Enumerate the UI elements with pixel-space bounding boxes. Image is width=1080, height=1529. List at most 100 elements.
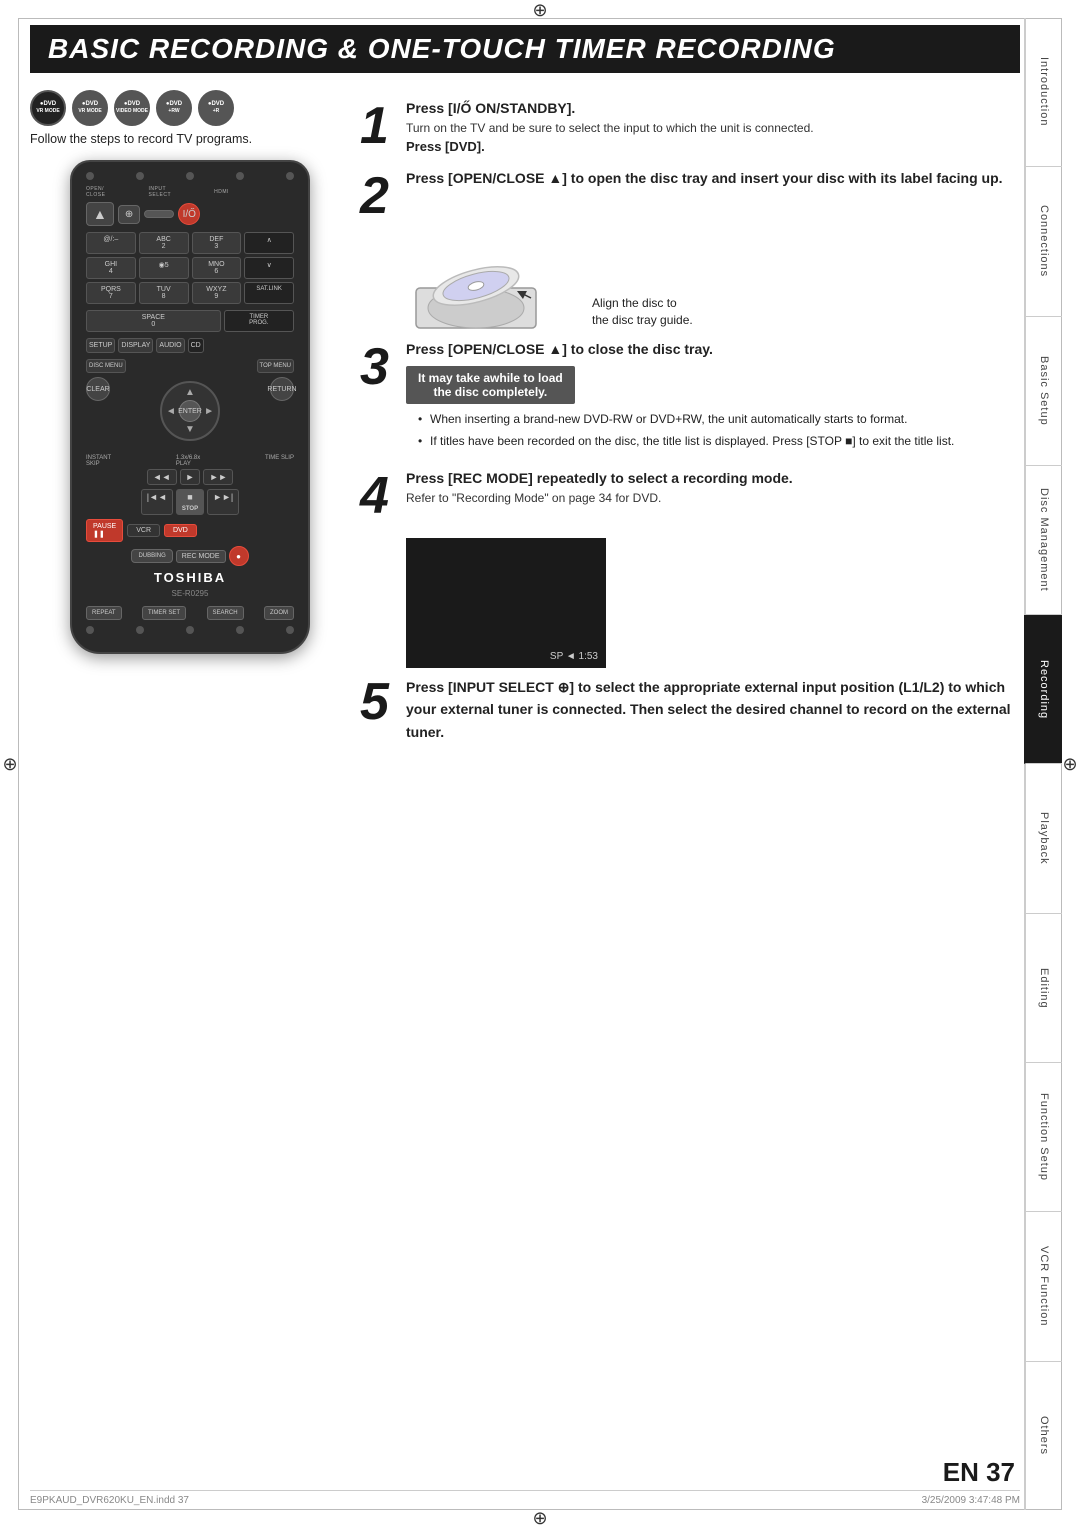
step-4-block: 4 Press [REC MODE] repeatedly to select …: [360, 470, 1020, 522]
btn-repeat[interactable]: REPEAT: [86, 606, 122, 620]
disc-illustration: Align the disc tothe disc tray guide.: [406, 238, 1020, 333]
follow-steps-text: Follow the steps to record TV programs.: [30, 132, 252, 146]
btn-return[interactable]: RETURN: [270, 377, 294, 401]
btn-rec-mode[interactable]: REC MODE: [176, 550, 226, 563]
btn-fwd[interactable]: ►►: [203, 469, 233, 485]
model-label: SE-R0295: [86, 589, 294, 598]
btn-ghi[interactable]: GHI4: [86, 257, 136, 279]
btn-display[interactable]: DISPLAY: [118, 338, 153, 353]
btn-pause[interactable]: PAUSE❚❚: [86, 519, 123, 542]
transport-row: ◄◄ ► ►►: [86, 469, 294, 485]
btn-dvd[interactable]: DVD: [164, 524, 197, 537]
sidebar-item-recording[interactable]: Recording: [1024, 615, 1062, 764]
btn-at[interactable]: @/:–: [86, 232, 136, 254]
btn-clear[interactable]: CLEAR: [86, 377, 110, 401]
step-3-content: Press [OPEN/CLOSE ▲] to close the disc t…: [406, 341, 1020, 454]
sidebar-item-playback[interactable]: Playback: [1024, 764, 1062, 913]
step-5-content: Press [INPUT SELECT ⊕] to select the app…: [406, 676, 1020, 743]
content-area: 1 Press [I/Ő ON/STANDBY]. Turn on the TV…: [360, 100, 1020, 1478]
enter-btn[interactable]: ENTER: [179, 400, 201, 422]
btn-timer-set[interactable]: TIMER SET: [142, 606, 186, 620]
disc-image: [406, 238, 576, 333]
rec-mode-screen: SP ◄ 1:53: [406, 538, 606, 668]
btn-wxyz[interactable]: WXYZ9: [192, 282, 242, 304]
btn-5[interactable]: ◉5: [139, 257, 189, 279]
step-2-number: 2: [360, 170, 396, 222]
footer-right: 3/25/2009 3:47:48 PM: [922, 1495, 1020, 1506]
remote-area: OPEN/CLOSE INPUTSELECT HDMI ▲ ⊕ I/Ő @/:–…: [30, 150, 350, 1478]
sidebar-item-others[interactable]: Others: [1024, 1362, 1062, 1510]
btn-skip-fwd[interactable]: ►►|: [207, 489, 239, 515]
btn-pqrs[interactable]: PQRS7: [86, 282, 136, 304]
btn-search[interactable]: SEARCH: [207, 606, 244, 620]
remote-label-row: OPEN/CLOSE INPUTSELECT HDMI: [86, 186, 294, 198]
btn-tuv[interactable]: TUV8: [139, 282, 189, 304]
reg-mark-bottom: ⊕: [532, 1510, 548, 1526]
page-title: BASIC RECORDING & ONE-TOUCH TIMER RECORD…: [48, 33, 1002, 65]
step-2-block: 2 Press [OPEN/CLOSE ▲] to open the disc …: [360, 170, 1020, 222]
btn-arrow-up[interactable]: ∧: [244, 232, 294, 254]
step-1-number: 1: [360, 100, 396, 152]
btn-def[interactable]: DEF3: [192, 232, 242, 254]
transport-labels: INSTANTSKIP 1.3x/6.8xPLAY TIME SLIP: [86, 455, 294, 467]
btn-dubbing[interactable]: DUBBING: [131, 549, 172, 563]
input-select-btn[interactable]: ⊕: [118, 205, 140, 224]
open-close-btn[interactable]: ▲: [86, 202, 114, 226]
nav-arrow-up-icon: ▲: [185, 387, 195, 398]
btn-satlink[interactable]: SAT.LINK: [244, 282, 294, 304]
remote-bottom-dots: [86, 626, 294, 634]
btn-zoom[interactable]: ZOOM: [264, 606, 294, 620]
rec-row: DUBBING REC MODE ●: [86, 546, 294, 566]
btn-audio[interactable]: AUDIO: [156, 338, 184, 353]
skip-stop-row: |◄◄ ■STOP ►►|: [86, 489, 294, 515]
btn-play[interactable]: ►: [180, 469, 201, 485]
remote-control: OPEN/CLOSE INPUTSELECT HDMI ▲ ⊕ I/Ő @/:–…: [70, 160, 310, 654]
step-3-number: 3: [360, 341, 396, 393]
btn-stop[interactable]: ■STOP: [176, 489, 204, 515]
btn-space[interactable]: SPACE0: [86, 310, 221, 332]
power-btn[interactable]: I/Ő: [178, 203, 200, 225]
step-4-body: Refer to "Recording Mode" on page 34 for…: [406, 489, 1020, 507]
step-5-block: 5 Press [INPUT SELECT ⊕] to select the a…: [360, 676, 1020, 743]
pause-row: PAUSE❚❚ VCR DVD: [86, 519, 294, 542]
rec-screen-label: SP ◄ 1:53: [550, 651, 598, 662]
sidebar-item-function-setup[interactable]: Function Setup: [1024, 1063, 1062, 1212]
btn-rev[interactable]: ◄◄: [147, 469, 177, 485]
btn-timer-prog[interactable]: TIMERPROG.: [224, 310, 294, 332]
dvd-icon-4: ●DVD+RW: [156, 90, 192, 126]
btn-setup[interactable]: SETUP: [86, 338, 115, 353]
btn-abc[interactable]: ABC2: [139, 232, 189, 254]
btn-vcr[interactable]: VCR: [127, 524, 160, 537]
right-sidebar: Introduction Connections Basic Setup Dis…: [1024, 18, 1062, 1510]
hdmi-btn[interactable]: [144, 210, 174, 218]
btn-mno[interactable]: MNO6: [192, 257, 242, 279]
reg-mark-left: ⊕: [2, 756, 18, 772]
sidebar-item-basic-setup[interactable]: Basic Setup: [1024, 317, 1062, 466]
btn-cd[interactable]: CD: [188, 338, 204, 353]
sidebar-item-introduction[interactable]: Introduction: [1024, 18, 1062, 167]
step-1-title: Press [I/Ő ON/STANDBY].: [406, 100, 1020, 116]
page-header: BASIC RECORDING & ONE-TOUCH TIMER RECORD…: [30, 25, 1020, 73]
step-3-note: It may take awhile to loadthe disc compl…: [406, 366, 575, 404]
nav-circle[interactable]: ▲ ▼ ◄ ► ENTER: [160, 381, 220, 441]
step-4-title: Press [REC MODE] repeatedly to select a …: [406, 470, 1020, 486]
sidebar-item-vcr-function[interactable]: VCR Function: [1024, 1212, 1062, 1361]
numpad: @/:– ABC2 DEF3 ∧ GHI4 ◉5 MNO6 ∨ PQRS7 TU…: [86, 232, 294, 304]
brand-label: TOSHIBA: [154, 570, 226, 585]
btn-skip-back[interactable]: |◄◄: [141, 489, 173, 515]
btn-arrow-down[interactable]: ∨: [244, 257, 294, 279]
bullet-2: If titles have been recorded on the disc…: [418, 432, 1020, 450]
btn-rec[interactable]: ●: [229, 546, 249, 566]
bottom-func-row: REPEAT TIMER SET SEARCH ZOOM: [86, 606, 294, 620]
reg-mark-top: ⊕: [532, 2, 548, 18]
btn-disc-menu[interactable]: DISC MENU: [86, 359, 126, 373]
step-5-number: 5: [360, 676, 396, 728]
page-footer: E9PKAUD_DVR620KU_EN.indd 37 3/25/2009 3:…: [30, 1490, 1020, 1506]
btn-top-menu[interactable]: TOP MENU: [257, 359, 294, 373]
sidebar-item-disc-management[interactable]: Disc Management: [1024, 466, 1062, 615]
step-4-content: Press [REC MODE] repeatedly to select a …: [406, 470, 1020, 507]
dvd-icon-1: ●DVDVR MODE: [30, 90, 66, 126]
sidebar-item-connections[interactable]: Connections: [1024, 167, 1062, 316]
sidebar-item-editing[interactable]: Editing: [1024, 914, 1062, 1063]
setup-row: SETUP DISPLAY AUDIO CD: [86, 338, 294, 353]
